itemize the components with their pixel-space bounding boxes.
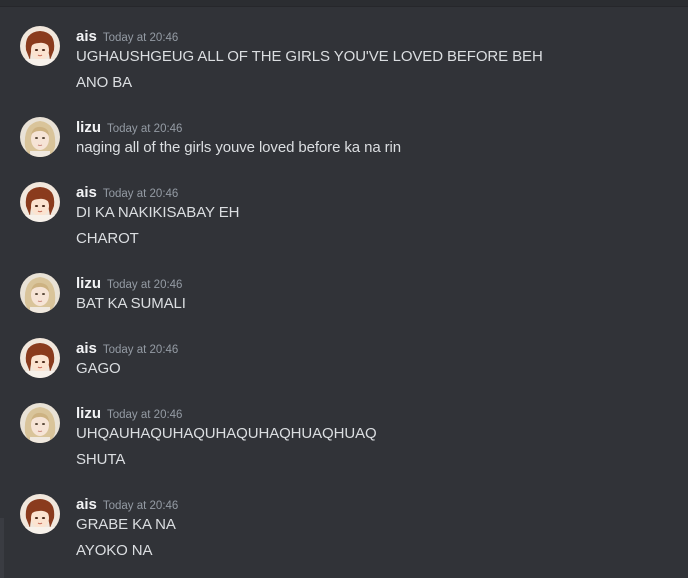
message-group: ais Today at 20:46 GRABE KA NA AYOKO NA [0,494,688,566]
timestamp[interactable]: Today at 20:46 [103,188,178,200]
username[interactable]: ais [76,340,97,357]
message-text: ANO BA [76,74,133,91]
lizu-avatar-icon[interactable] [20,273,60,313]
chat-view: ais Today at 20:46 UGHAUSHGEUG ALL OF THE… [0,0,688,578]
username[interactable]: lizu [76,119,101,136]
message-text: CHAROT [76,230,139,247]
username[interactable]: lizu [76,275,101,292]
username[interactable]: ais [76,28,97,45]
ais-avatar-icon[interactable] [20,182,60,222]
message-header: ais Today at 20:46 [76,340,178,360]
message-text: BAT KA SUMALI [76,295,186,312]
timestamp[interactable]: Today at 20:46 [107,279,182,291]
username[interactable]: ais [76,184,97,201]
username[interactable]: ais [76,496,97,513]
message-text: UHQAUHAQUHAQUHAQUHAQHUAQHUAQ [76,425,377,442]
message-header: lizu Today at 20:46 [76,405,182,425]
message-header: ais Today at 20:46 [76,28,178,48]
message-header: ais Today at 20:46 [76,184,178,204]
message-header: ais Today at 20:46 [76,496,178,516]
message-group: lizu Today at 20:46 naging all of the gir… [0,117,688,163]
timestamp[interactable]: Today at 20:46 [107,409,182,421]
timestamp[interactable]: Today at 20:46 [103,500,178,512]
message-group: lizu Today at 20:46 BAT KA SUMALI [0,273,688,319]
message-header: lizu Today at 20:46 [76,275,182,295]
top-divider [0,0,688,7]
message-group: ais Today at 20:46 DI KA NAKIKISABAY EH C… [0,182,688,254]
message-group: ais Today at 20:46 GAGO [0,338,688,384]
message-text: SHUTA [76,451,126,468]
timestamp[interactable]: Today at 20:46 [103,32,178,44]
message-text: UGHAUSHGEUG ALL OF THE GIRLS YOU'VE LOVE… [76,48,543,65]
message-text: GRABE KA NA [76,516,176,533]
message-text: DI KA NAKIKISABAY EH [76,204,240,221]
message-text: naging all of the girls youve loved befo… [76,139,402,156]
timestamp[interactable]: Today at 20:46 [107,123,182,135]
message-header: lizu Today at 20:46 [76,119,182,139]
ais-avatar-icon[interactable] [20,338,60,378]
ais-avatar-icon[interactable] [20,26,60,66]
timestamp[interactable]: Today at 20:46 [103,344,178,356]
message-group: lizu Today at 20:46 UHQAUHAQUHAQUHAQUHAQH… [0,403,688,475]
username[interactable]: lizu [76,405,101,422]
lizu-avatar-icon[interactable] [20,117,60,157]
message-text: GAGO [76,360,121,377]
message-text: AYOKO NA [76,542,153,559]
ais-avatar-icon[interactable] [20,494,60,534]
message-group: ais Today at 20:46 UGHAUSHGEUG ALL OF THE… [0,26,688,98]
lizu-avatar-icon[interactable] [20,403,60,443]
